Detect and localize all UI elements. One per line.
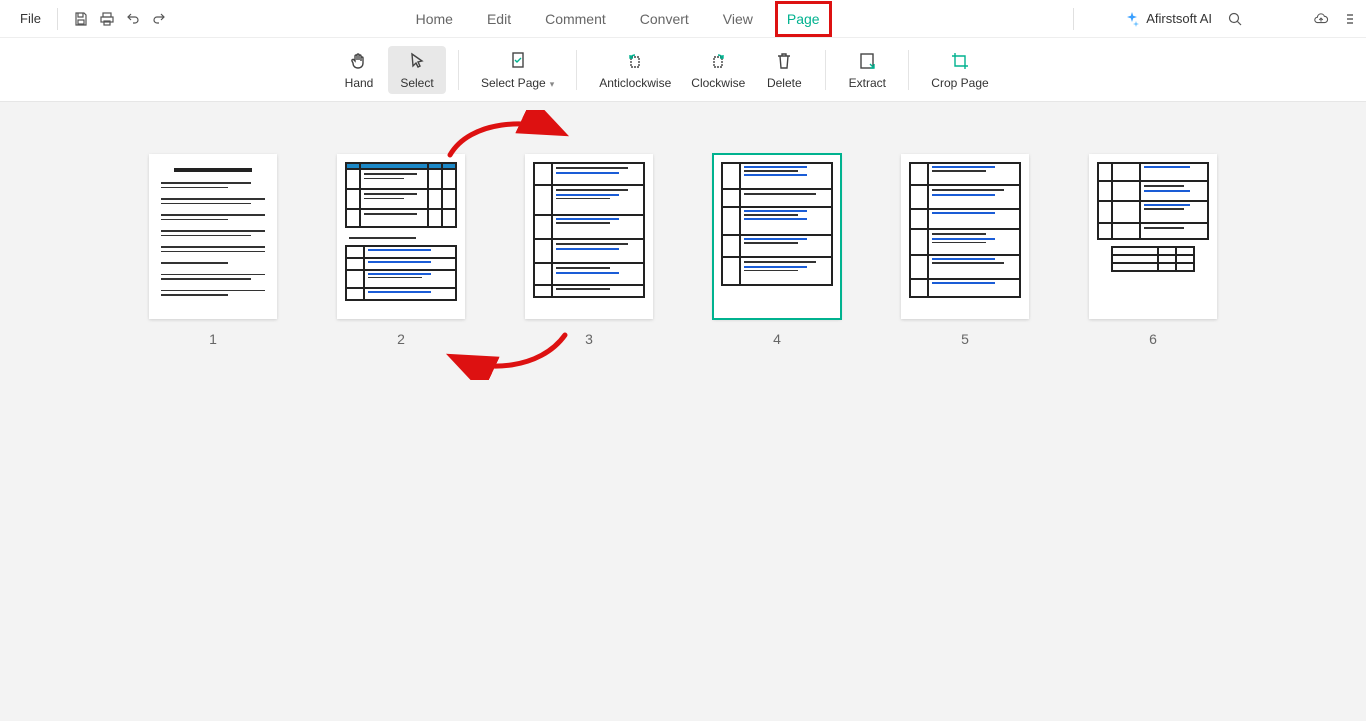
separator <box>57 8 58 30</box>
print-button[interactable] <box>94 6 120 32</box>
ribbon-toolbar: Hand Select Select Page▾ Anticlockwise <box>0 38 1366 102</box>
page-number: 2 <box>397 331 405 347</box>
delete-label: Delete <box>767 76 802 90</box>
page-thumb-wrap: 4 <box>713 154 841 347</box>
ai-assistant-button[interactable]: Afirstsoft AI <box>1124 11 1212 27</box>
clockwise-label: Clockwise <box>691 76 745 90</box>
extract-label: Extract <box>849 76 886 90</box>
file-menu-button[interactable]: File <box>8 7 47 30</box>
tab-page[interactable]: Page <box>781 7 826 31</box>
separator <box>576 50 577 90</box>
page-thumb-wrap: 6 <box>1089 154 1217 347</box>
page-thumb-wrap: 3 <box>525 154 653 347</box>
chevron-down-icon: ▾ <box>550 79 555 89</box>
tab-home[interactable]: Home <box>410 7 459 31</box>
select-page-label: Select Page▾ <box>481 76 554 90</box>
sparkle-icon <box>1124 11 1140 27</box>
select-page-tool[interactable]: Select Page▾ <box>471 46 564 94</box>
page-number: 1 <box>209 331 217 347</box>
crop-icon <box>949 50 971 72</box>
tab-edit[interactable]: Edit <box>481 7 517 31</box>
delete-tool[interactable]: Delete <box>755 46 813 94</box>
rotate-ccw-icon <box>624 50 646 72</box>
undo-button[interactable] <box>120 6 146 32</box>
cloud-button[interactable] <box>1308 6 1334 32</box>
page-number: 4 <box>773 331 781 347</box>
hand-tool[interactable]: Hand <box>330 46 388 94</box>
hand-icon <box>348 50 370 72</box>
page-thumbnail-1[interactable] <box>149 154 277 319</box>
select-page-icon <box>507 50 529 72</box>
cursor-icon <box>406 50 428 72</box>
anticlockwise-label: Anticlockwise <box>599 76 671 90</box>
separator <box>1073 8 1074 30</box>
rotate-cw-icon <box>707 50 729 72</box>
top-bar: File Home Edit Comment Convert View Page <box>0 0 1366 38</box>
page-thumb-wrap: 1 <box>149 154 277 347</box>
search-button[interactable] <box>1222 6 1248 32</box>
crop-page-tool[interactable]: Crop Page <box>921 46 998 94</box>
extract-icon <box>856 50 878 72</box>
separator <box>908 50 909 90</box>
file-label: File <box>20 11 41 26</box>
right-toolbar: Afirstsoft AI <box>1124 6 1358 32</box>
rotate-clockwise-tool[interactable]: Clockwise <box>681 46 755 94</box>
thumbnail-row: 1 2 <box>0 154 1366 347</box>
separator <box>458 50 459 90</box>
tab-convert[interactable]: Convert <box>634 7 695 31</box>
page-thumb-wrap: 2 <box>337 154 465 347</box>
page-thumbnail-4[interactable] <box>713 154 841 319</box>
page-thumbnail-3[interactable] <box>525 154 653 319</box>
page-thumbnail-5[interactable] <box>901 154 1029 319</box>
menu-tabs: Home Edit Comment Convert View Page <box>410 7 826 31</box>
select-label: Select <box>400 76 433 90</box>
separator <box>825 50 826 90</box>
page-number: 5 <box>961 331 969 347</box>
select-tool[interactable]: Select <box>388 46 446 94</box>
extract-tool[interactable]: Extract <box>838 46 896 94</box>
page-thumbnail-2[interactable] <box>337 154 465 319</box>
crop-label: Crop Page <box>931 76 988 90</box>
page-thumbnail-6[interactable] <box>1089 154 1217 319</box>
page-number: 6 <box>1149 331 1157 347</box>
page-thumb-wrap: 5 <box>901 154 1029 347</box>
trash-icon <box>773 50 795 72</box>
rotate-anticlockwise-tool[interactable]: Anticlockwise <box>589 46 681 94</box>
more-bars-icon[interactable] <box>1344 6 1358 32</box>
tab-comment[interactable]: Comment <box>539 7 612 31</box>
hand-label: Hand <box>345 76 374 90</box>
page-number: 3 <box>585 331 593 347</box>
page-canvas: 1 2 <box>0 102 1366 721</box>
ai-label: Afirstsoft AI <box>1146 11 1212 26</box>
tab-view[interactable]: View <box>717 7 759 31</box>
save-button[interactable] <box>68 6 94 32</box>
redo-button[interactable] <box>146 6 172 32</box>
